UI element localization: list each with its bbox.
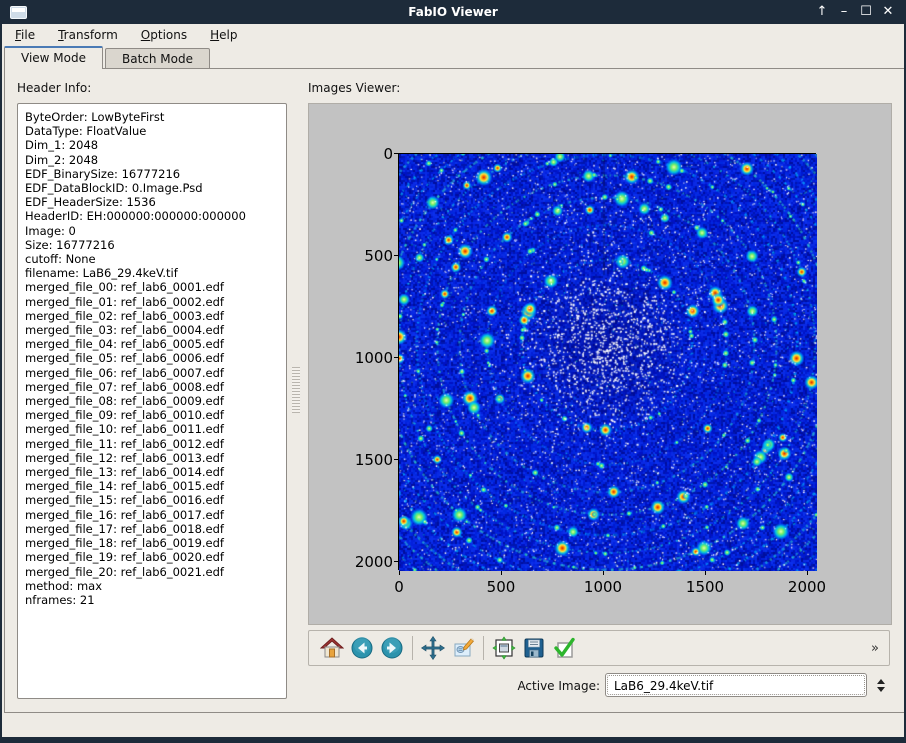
plot-toolbar: » xyxy=(308,630,890,666)
tab-view-mode[interactable]: View Mode xyxy=(4,46,103,69)
active-image-value: LaB6_29.4keV.tif xyxy=(607,675,865,695)
home-icon xyxy=(320,636,344,660)
back-icon xyxy=(350,636,374,660)
y-tick-label: 2000 xyxy=(331,553,393,571)
header-info-text: ByteOrder: LowByteFirst DataType: FloatV… xyxy=(18,104,286,607)
x-tick-label: 2000 xyxy=(775,578,839,596)
close-button[interactable]: ✕ xyxy=(880,1,896,23)
pan-icon xyxy=(421,636,445,660)
view-mode-pane: Header Info: ByteOrder: LowByteFirst Dat… xyxy=(4,68,906,713)
tab-bar: View Mode Batch Mode xyxy=(4,46,210,69)
zoom-rect-icon xyxy=(451,636,475,660)
y-tick-label: 0 xyxy=(331,145,393,163)
toolbar-overflow-button[interactable]: » xyxy=(867,639,883,658)
zoom-rect-button[interactable] xyxy=(448,633,478,663)
menu-bar: File Transform Options Help xyxy=(2,24,904,46)
x-tick-label: 500 xyxy=(469,578,533,596)
save-icon xyxy=(522,636,546,660)
configure-subplots-icon xyxy=(492,636,516,660)
x-tick-label: 1500 xyxy=(673,578,737,596)
app-window: FabIO Viewer ↑ – ☐ ✕ File Transform Opti… xyxy=(0,0,906,743)
x-tick-mark xyxy=(807,571,808,575)
header-info-textarea[interactable]: ByteOrder: LowByteFirst DataType: FloatV… xyxy=(17,103,287,699)
x-tick-mark xyxy=(705,571,706,575)
x-tick-mark xyxy=(603,571,604,575)
x-tick-label: 0 xyxy=(367,578,431,596)
toolbar-separator xyxy=(483,636,484,660)
checkmark-icon xyxy=(552,636,576,660)
y-tick-label: 500 xyxy=(331,247,393,265)
configure-subplots-button[interactable] xyxy=(489,633,519,663)
menu-help[interactable]: Help xyxy=(200,25,247,45)
diffraction-plot[interactable] xyxy=(398,153,816,570)
apply-button[interactable] xyxy=(549,633,579,663)
forward-icon xyxy=(380,636,404,660)
x-tick-mark xyxy=(501,571,502,575)
y-tick-label: 1500 xyxy=(331,451,393,469)
minimize-button[interactable]: – xyxy=(836,1,852,23)
status-bar xyxy=(2,713,904,737)
images-viewer-label: Images Viewer: xyxy=(308,81,400,95)
menu-options[interactable]: Options xyxy=(131,25,197,45)
menu-file[interactable]: File xyxy=(5,25,45,45)
active-image-label: Active Image: xyxy=(435,679,600,693)
keep-above-button[interactable]: ↑ xyxy=(814,1,830,23)
splitter-grip-icon xyxy=(292,367,300,413)
tab-batch-mode[interactable]: Batch Mode xyxy=(105,48,210,69)
forward-button[interactable] xyxy=(377,633,407,663)
window-bottom-border xyxy=(2,737,904,743)
back-button[interactable] xyxy=(347,633,377,663)
menu-transform[interactable]: Transform xyxy=(48,25,128,45)
pan-button[interactable] xyxy=(418,633,448,663)
active-image-spinner[interactable] xyxy=(871,673,891,697)
save-button[interactable] xyxy=(519,633,549,663)
maximize-button[interactable]: ☐ xyxy=(858,1,874,23)
home-button[interactable] xyxy=(317,633,347,663)
spin-down-icon xyxy=(877,687,885,692)
y-tick-label: 1000 xyxy=(331,349,393,367)
figure-canvas-area: 0 500 1000 1500 2000 0 500 1000 1500 200… xyxy=(308,103,892,625)
diffraction-image[interactable] xyxy=(399,154,817,571)
active-image-combobox[interactable]: LaB6_29.4keV.tif xyxy=(605,673,867,697)
window-title: FabIO Viewer xyxy=(2,5,904,19)
x-tick-mark xyxy=(399,571,400,575)
x-tick-label: 1000 xyxy=(571,578,635,596)
header-info-label: Header Info: xyxy=(17,81,91,95)
toolbar-separator xyxy=(412,636,413,660)
spin-up-icon xyxy=(877,679,885,684)
title-bar: FabIO Viewer ↑ – ☐ ✕ xyxy=(2,0,904,24)
panel-splitter[interactable] xyxy=(291,69,301,714)
